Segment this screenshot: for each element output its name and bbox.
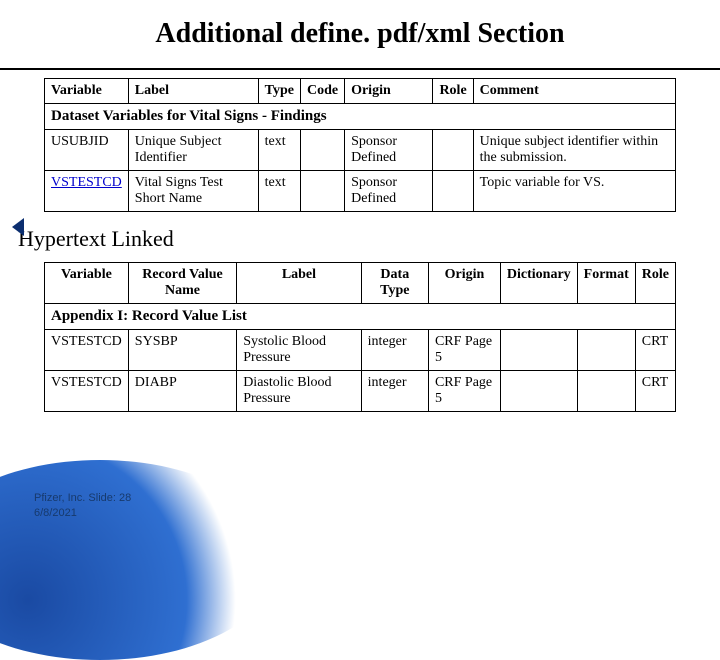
cell-origin: Sponsor Defined	[345, 130, 433, 171]
cell-label: Diastolic Blood Pressure	[237, 371, 361, 412]
cell-type: text	[258, 171, 300, 212]
table1-header-row: Variable Label Type Code Origin Role Com…	[45, 79, 676, 104]
cell-comment: Unique subject identifier within the sub…	[473, 130, 675, 171]
col-label: Label	[128, 79, 258, 104]
cell-origin: CRF Page 5	[428, 371, 500, 412]
cell-data-type: integer	[361, 371, 428, 412]
cell-role: CRT	[635, 330, 675, 371]
cell-type: text	[258, 130, 300, 171]
slide-title: Additional define. pdf/xml Section	[0, 0, 720, 60]
col-label: Label	[237, 263, 361, 304]
cell-role	[433, 171, 473, 212]
table-row: USUBJID Unique Subject Identifier text S…	[45, 130, 676, 171]
cell-variable: VSTESTCD	[45, 330, 129, 371]
cell-label: Vital Signs Test Short Name	[128, 171, 258, 212]
cell-format	[577, 330, 635, 371]
table2-header-row: Variable Record Value Name Label Data Ty…	[45, 263, 676, 304]
col-type: Type	[258, 79, 300, 104]
table-row: VSTESTCD DIABP Diastolic Blood Pressure …	[45, 371, 676, 412]
cell-dictionary	[500, 371, 577, 412]
table-row: VSTESTCD SYSBP Systolic Blood Pressure i…	[45, 330, 676, 371]
record-value-list-table: Appendix I: Record Value List Variable R…	[44, 262, 676, 412]
cell-origin: Sponsor Defined	[345, 171, 433, 212]
table2-section: Appendix I: Record Value List Variable R…	[0, 262, 720, 412]
col-data-type: Data Type	[361, 263, 428, 304]
cell-role: CRT	[635, 371, 675, 412]
footer-line2: 6/8/2021	[34, 506, 131, 520]
cell-dictionary	[500, 330, 577, 371]
col-variable: Variable	[45, 263, 129, 304]
cell-comment: Topic variable for VS.	[473, 171, 675, 212]
slide-footer: Pfizer, Inc. Slide: 28 6/8/2021	[34, 491, 131, 520]
dataset-variables-table: Dataset Variables for Vital Signs - Find…	[44, 78, 676, 212]
horizontal-divider	[0, 68, 720, 70]
col-origin: Origin	[428, 263, 500, 304]
table-row: VSTESTCD Vital Signs Test Short Name tex…	[45, 171, 676, 212]
cell-label: Unique Subject Identifier	[128, 130, 258, 171]
cell-format	[577, 371, 635, 412]
col-role: Role	[635, 263, 675, 304]
cell-variable: USUBJID	[45, 130, 129, 171]
link-arrow-icon	[12, 218, 24, 236]
col-dictionary: Dictionary	[500, 263, 577, 304]
col-comment: Comment	[473, 79, 675, 104]
col-code: Code	[300, 79, 344, 104]
cell-role	[433, 130, 473, 171]
cell-variable: VSTESTCD	[45, 371, 129, 412]
cell-record-value: SYSBP	[128, 330, 236, 371]
col-record-value: Record Value Name	[128, 263, 236, 304]
cell-variable-link[interactable]: VSTESTCD	[45, 171, 129, 212]
table1-caption: Dataset Variables for Vital Signs - Find…	[45, 104, 676, 130]
col-origin: Origin	[345, 79, 433, 104]
hypertext-subhead: Hypertext Linked	[0, 212, 720, 254]
cell-code	[300, 171, 344, 212]
table1-section: Dataset Variables for Vital Signs - Find…	[0, 78, 720, 212]
cell-origin: CRF Page 5	[428, 330, 500, 371]
cell-label: Systolic Blood Pressure	[237, 330, 361, 371]
cell-data-type: integer	[361, 330, 428, 371]
col-format: Format	[577, 263, 635, 304]
col-role: Role	[433, 79, 473, 104]
table2-caption: Appendix I: Record Value List	[45, 304, 676, 330]
col-variable: Variable	[45, 79, 129, 104]
cell-record-value: DIABP	[128, 371, 236, 412]
footer-line1: Pfizer, Inc. Slide: 28	[34, 491, 131, 505]
cell-code	[300, 130, 344, 171]
